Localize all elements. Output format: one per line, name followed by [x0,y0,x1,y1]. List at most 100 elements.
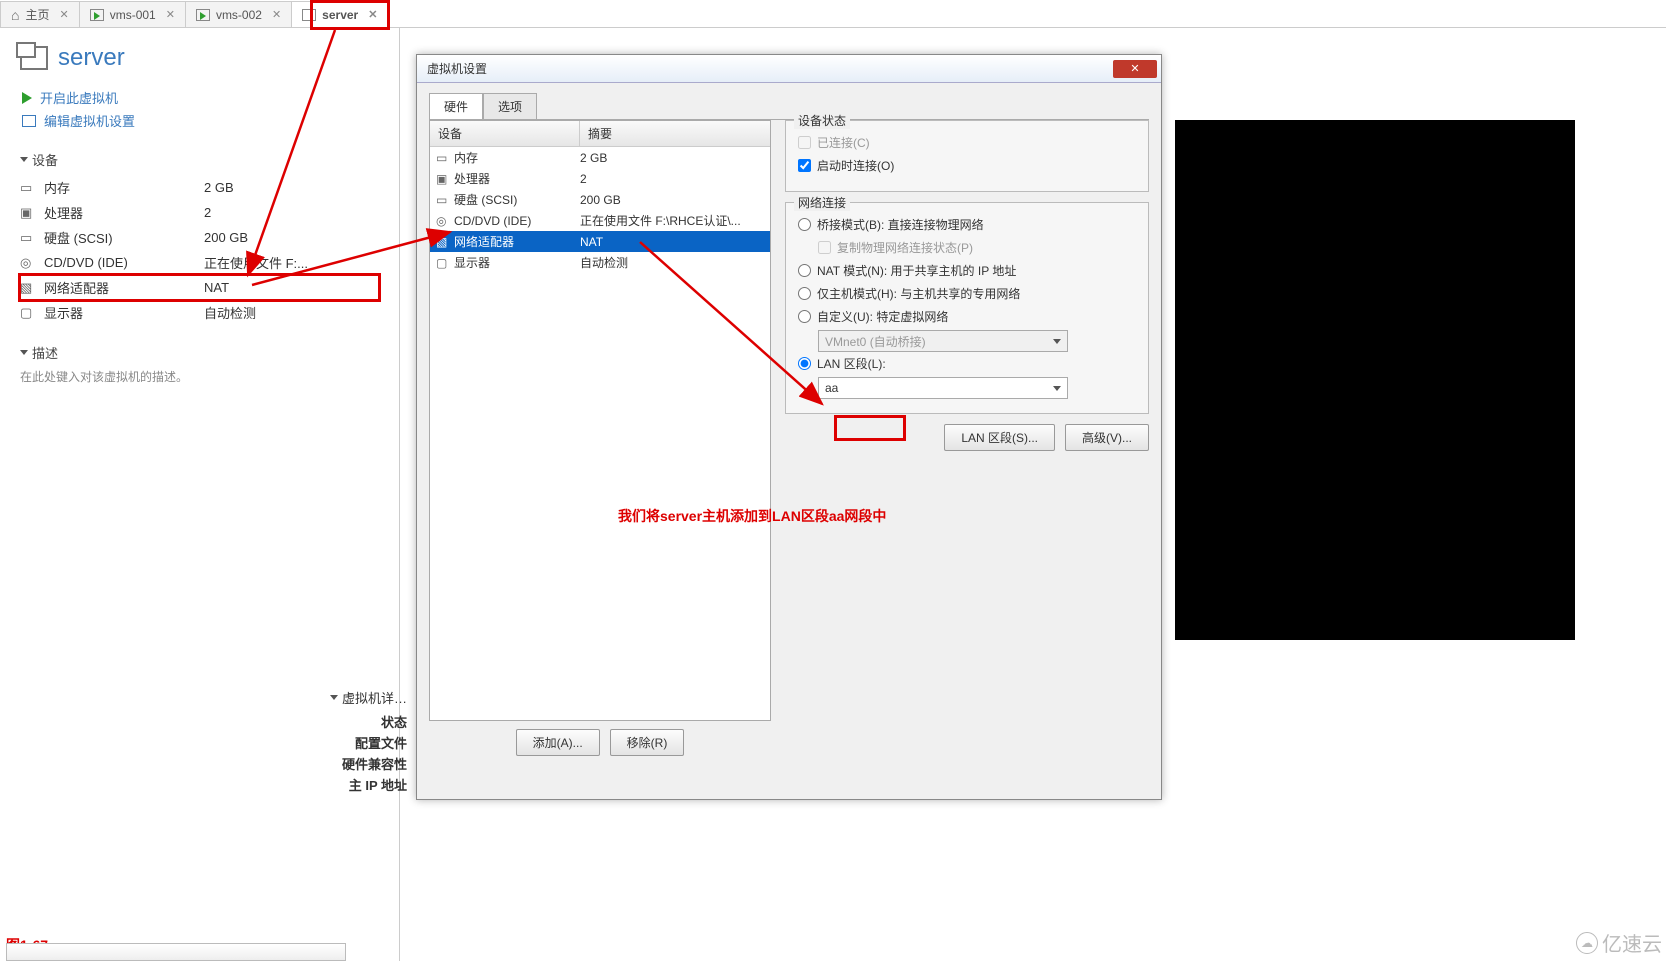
lan-segments-button[interactable]: LAN 区段(S)... [944,424,1055,451]
device-row-display[interactable]: ▢显示器自动检测 [20,300,379,325]
device-row-network[interactable]: ▧网络适配器NAT [20,275,379,300]
collapse-icon [20,157,28,162]
summary-hwcompat: 硬件兼容性 [330,753,407,774]
device-row-memory[interactable]: ▭内存2 GB [20,175,379,200]
hw-row-cpu[interactable]: ▣处理器2 [430,168,770,189]
vm-console-area [1175,120,1575,640]
memory-icon: ▭ [436,151,454,165]
home-icon [11,7,19,23]
tab-home[interactable]: 主页 ✕ [0,1,80,27]
devices-header[interactable]: 设备 [20,150,379,169]
tab-options[interactable]: 选项 [483,93,537,119]
vmnet-combo: VMnet0 (自动桥接) [818,330,1068,352]
bridged-radio[interactable]: 桥接模式(B): 直接连接物理网络 [798,213,1136,236]
memory-icon: ▭ [20,180,38,196]
device-row-cddvd[interactable]: ◎CD/DVD (IDE)正在使用文件 F:... [20,250,379,275]
remove-hardware-button[interactable]: 移除(R) [610,729,685,756]
device-row-cpu[interactable]: ▣处理器2 [20,200,379,225]
network-buttons: LAN 区段(S)... 高级(V)... [785,424,1149,451]
vm-title-text: server [58,44,125,72]
vm-running-icon [196,9,210,21]
add-hardware-button[interactable]: 添加(A)... [516,729,600,756]
tab-vms-002[interactable]: vms-002 ✕ [185,1,292,27]
chevron-down-icon [1053,386,1061,391]
tab-label: vms-001 [110,8,156,22]
hw-row-cddvd[interactable]: ◎CD/DVD (IDE)正在使用文件 F:\RHCE认证\... [430,210,770,231]
status-bar [6,943,346,961]
network-settings-pane: 设备状态 已连接(C) 启动时连接(O) 网络连接 桥接模式(B): 直接连接物… [785,120,1149,760]
vm-settings-dialog: 虚拟机设置 ✕ 硬件 选项 设备 摘要 ▭内存2 GB ▣处理器2 ▭硬盘 (S… [416,54,1162,800]
tab-label: 主页 [25,6,49,23]
vm-running-icon [90,9,104,21]
hardware-list: 设备 摘要 ▭内存2 GB ▣处理器2 ▭硬盘 (SCSI)200 GB ◎CD… [429,120,771,721]
lan-segment-combo[interactable]: aa [818,377,1068,399]
hw-row-memory[interactable]: ▭内存2 GB [430,147,770,168]
custom-radio[interactable]: 自定义(U): 特定虚拟网络 [798,305,1136,328]
vm-details-summary: 虚拟机详… 状态 配置文件 硬件兼容性 主 IP 地址 [330,688,407,795]
edit-icon [22,115,36,127]
tab-hardware[interactable]: 硬件 [429,93,483,119]
power-on-label: 开启此虚拟机 [40,88,118,107]
cpu-icon: ▣ [20,205,38,221]
advanced-button[interactable]: 高级(V)... [1065,424,1149,451]
close-icon[interactable]: ✕ [166,8,175,21]
vm-icon [302,9,316,21]
dialog-close-button[interactable]: ✕ [1113,60,1157,78]
description-header[interactable]: 描述 [20,343,379,362]
edit-settings-link[interactable]: 编辑虚拟机设置 [22,109,379,132]
network-connection-group: 网络连接 桥接模式(B): 直接连接物理网络 复制物理网络连接状态(P) NAT… [785,202,1149,414]
dialog-title: 虚拟机设置 [427,60,487,77]
nat-radio[interactable]: NAT 模式(N): 用于共享主机的 IP 地址 [798,259,1136,282]
cd-icon: ◎ [436,214,454,228]
connect-on-start-checkbox[interactable]: 启动时连接(O) [798,154,1136,177]
tab-label: vms-002 [216,8,262,22]
replicate-checkbox: 复制物理网络连接状态(P) [818,236,1136,259]
vm-title: server [20,44,379,72]
disk-icon: ▭ [436,193,454,207]
collapse-icon [330,695,338,700]
lan-segment-radio[interactable]: LAN 区段(L): [798,352,1136,375]
device-status-group: 设备状态 已连接(C) 启动时连接(O) [785,120,1149,192]
cloud-icon: ☁ [1576,932,1598,954]
hardware-buttons: 添加(A)... 移除(R) [429,721,771,760]
annotation-text: 我们将server主机添加到LAN区段aa网段中 [618,506,886,526]
device-row-disk[interactable]: ▭硬盘 (SCSI)200 GB [20,225,379,250]
summary-ip: 主 IP 地址 [330,774,407,795]
hostonly-radio[interactable]: 仅主机模式(H): 与主机共享的专用网络 [798,282,1136,305]
description-placeholder[interactable]: 在此处键入对该虚拟机的描述。 [20,368,379,385]
display-icon: ▢ [20,305,38,321]
cpu-icon: ▣ [436,172,454,186]
network-icon: ▧ [20,280,38,296]
collapse-icon [20,350,28,355]
hardware-list-header: 设备 摘要 [430,121,770,147]
vm-details-header[interactable]: 虚拟机详… [330,688,407,707]
disk-icon: ▭ [20,230,38,246]
tab-label: server [322,8,358,22]
connected-checkbox: 已连接(C) [798,131,1136,154]
col-summary[interactable]: 摘要 [580,121,770,146]
power-on-link[interactable]: 开启此虚拟机 [22,86,379,109]
dialog-tabs: 硬件 选项 [429,93,1149,120]
play-icon [22,92,32,104]
summary-config: 配置文件 [330,732,407,753]
dialog-titlebar[interactable]: 虚拟机设置 ✕ [417,55,1161,83]
close-icon[interactable]: ✕ [272,8,281,21]
summary-state: 状态 [330,711,407,732]
vm-summary-panel: server 开启此虚拟机 编辑虚拟机设置 设备 ▭内存2 GB ▣处理器2 ▭… [0,28,400,961]
network-icon: ▧ [436,235,454,249]
close-icon[interactable]: ✕ [368,8,377,21]
col-device[interactable]: 设备 [430,121,580,146]
vm-title-icon [20,46,48,70]
group-title: 网络连接 [794,194,850,211]
cd-icon: ◎ [20,255,38,271]
edit-settings-label: 编辑虚拟机设置 [44,111,135,130]
hw-row-network[interactable]: ▧网络适配器NAT [430,231,770,252]
device-list: ▭内存2 GB ▣处理器2 ▭硬盘 (SCSI)200 GB ◎CD/DVD (… [20,175,379,325]
tab-server[interactable]: server ✕ [291,1,388,27]
tabs-bar: 主页 ✕ vms-001 ✕ vms-002 ✕ server ✕ [0,0,1666,28]
hw-row-display[interactable]: ▢显示器自动检测 [430,252,770,273]
group-title: 设备状态 [794,112,850,129]
hw-row-disk[interactable]: ▭硬盘 (SCSI)200 GB [430,189,770,210]
close-icon[interactable]: ✕ [59,8,68,21]
tab-vms-001[interactable]: vms-001 ✕ [79,1,186,27]
